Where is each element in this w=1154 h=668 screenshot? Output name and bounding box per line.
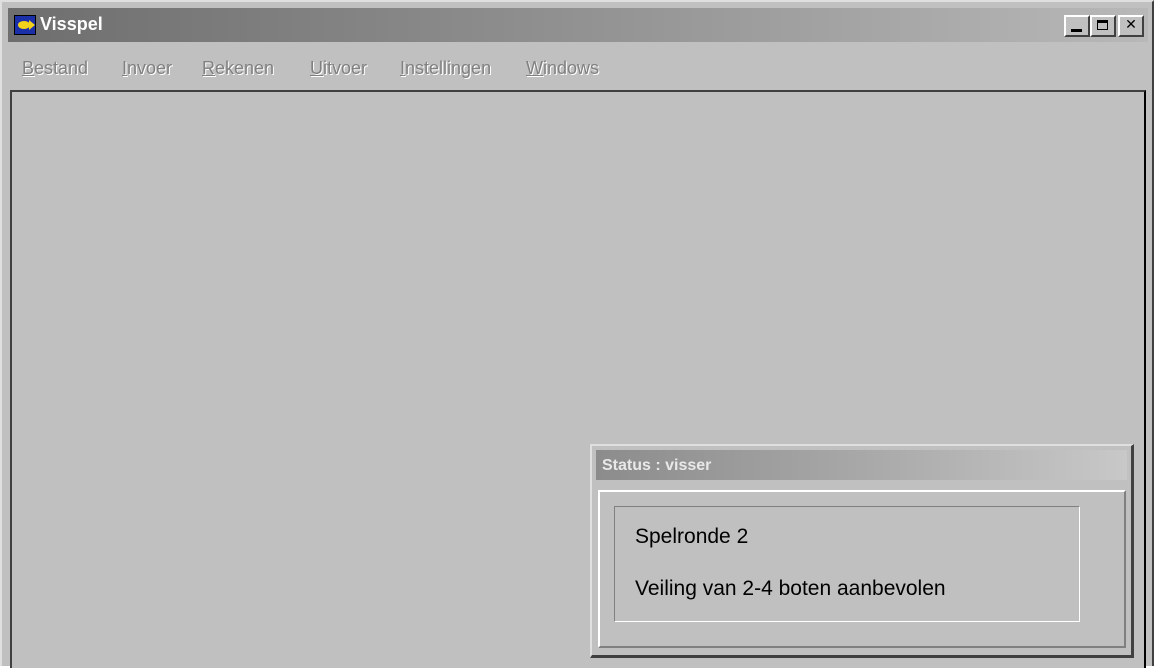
main-window: Visspel ✕ Bestand Invoer Rekenen Uitvoer… (0, 0, 1154, 668)
status-window[interactable]: Status : visser Spelronde 2 Veiling van … (590, 444, 1134, 658)
title-bar[interactable]: Visspel ✕ (8, 8, 1148, 42)
minimize-button[interactable] (1064, 15, 1090, 37)
maximize-button[interactable] (1090, 15, 1116, 37)
maximize-icon (1097, 20, 1108, 30)
status-window-title: Status : visser (602, 457, 712, 474)
menu-rekenen[interactable]: Rekenen (202, 58, 274, 79)
menu-bar: Bestand Invoer Rekenen Uitvoer Instellin… (8, 54, 1148, 84)
menu-windows[interactable]: Windows (526, 58, 599, 79)
close-icon: ✕ (1125, 17, 1137, 33)
menu-bestand[interactable]: Bestand (22, 58, 88, 79)
window-title: Visspel (40, 14, 103, 34)
menu-invoer[interactable]: Invoer (122, 58, 172, 79)
status-body: Spelronde 2 Veiling van 2-4 boten aanbev… (598, 490, 1126, 648)
fish-app-icon[interactable] (14, 15, 36, 35)
close-button[interactable]: ✕ (1118, 15, 1144, 37)
status-advice-text: Veiling van 2-4 boten aanbevolen (635, 577, 946, 600)
menu-uitvoer[interactable]: Uitvoer (310, 58, 367, 79)
minimize-icon (1071, 29, 1082, 32)
status-title-bar[interactable]: Status : visser (596, 450, 1127, 480)
menu-instellingen[interactable]: Instellingen (400, 58, 491, 79)
status-panel: Spelronde 2 Veiling van 2-4 boten aanbev… (614, 506, 1080, 622)
fish-icon-tail (29, 20, 35, 30)
status-round-text: Spelronde 2 (635, 525, 749, 548)
